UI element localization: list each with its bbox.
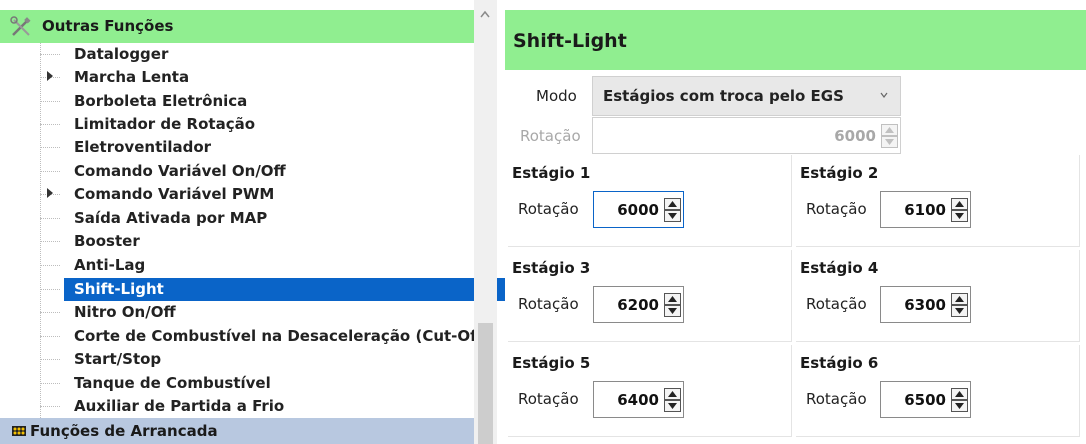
tools-icon (10, 16, 31, 36)
stage-rotation-value: 6500 (904, 391, 946, 409)
tree-item-borboleta-eletronica[interactable]: Borboleta Eletrônica (40, 90, 474, 113)
stage-rotation-label: Rotação (806, 200, 867, 218)
stage-3-rotation-stepper[interactable]: 6200 (593, 286, 684, 323)
decrement-button[interactable] (664, 305, 681, 317)
increment-button[interactable] (664, 198, 681, 210)
stage-5-group: Estágio 5 Rotação 6400 (508, 345, 792, 437)
mode-select-value: Estágios com troca pelo EGS (603, 87, 844, 105)
stage-rotation-label: Rotação (806, 295, 867, 313)
mode-select[interactable]: Estágios com troca pelo EGS (592, 76, 901, 116)
tree-item-label: Limitador de Rotação (74, 115, 256, 133)
expand-arrow-icon[interactable] (47, 188, 53, 198)
tree-item-eletroventilador[interactable]: Eletroventilador (40, 136, 474, 159)
increment-button (881, 124, 898, 136)
tree-item-label: Corte de Combustível na Desaceleração (C… (74, 327, 490, 345)
stage-1-group: Estágio 1 Rotação 6000 (508, 155, 792, 247)
stage-title: Estágio 4 (800, 259, 879, 277)
tree-item-comando-variavel-on-off[interactable]: Comando Variável On/Off (40, 160, 474, 183)
stage-rotation-value: 6000 (617, 201, 659, 219)
tree-item-label: Comando Variável PWM (74, 185, 275, 203)
stage-title: Estágio 2 (800, 164, 879, 182)
stage-2-group: Estágio 2 Rotação 6100 (796, 155, 1080, 247)
expand-arrow-icon[interactable] (47, 71, 53, 81)
tree-item-label: Borboleta Eletrônica (74, 92, 248, 110)
tree-group-funcoes-de-arrancada[interactable]: Funções de Arrancada (0, 418, 474, 444)
tree-item-datalogger[interactable]: Datalogger (40, 43, 474, 66)
tree-item-anti-lag[interactable]: Anti-Lag (40, 254, 474, 277)
tree-item-comando-variavel-pwm[interactable]: Comando Variável PWM (40, 183, 474, 206)
stage-4-group: Estágio 4 Rotação 6300 (796, 250, 1080, 342)
decrement-button[interactable] (951, 305, 968, 317)
tree-item-auxiliar-de-partida-a-frio[interactable]: Auxiliar de Partida a Frio (40, 395, 474, 418)
mode-label: Modo (536, 87, 577, 105)
page-title: Shift-Light (513, 30, 627, 52)
tree-item-label: Tanque de Combustível (74, 374, 271, 392)
tree-item-label: Saída Ativada por MAP (74, 209, 268, 227)
stage-title: Estágio 6 (800, 354, 879, 372)
tree-item-saida-ativada-por-map[interactable]: Saída Ativada por MAP (40, 207, 474, 230)
tree-group-outras-funcoes[interactable]: Outras Funções (0, 10, 474, 43)
increment-button[interactable] (951, 293, 968, 305)
tree-item-corte-de-combustivel[interactable]: Corte de Combustível na Desaceleração (C… (40, 325, 489, 348)
decrement-button[interactable] (951, 210, 968, 222)
rotation-stepper: 6000 (592, 117, 901, 154)
tree-item-label: Nitro On/Off (74, 303, 176, 321)
tree-item-label: Shift-Light (74, 280, 164, 298)
panel-header: Shift-Light (505, 10, 1086, 70)
tree-item-label: Start/Stop (74, 350, 162, 368)
decrement-button[interactable] (664, 210, 681, 222)
stage-2-rotation-stepper[interactable]: 6100 (880, 191, 971, 228)
rotation-label: Rotação (520, 127, 581, 145)
tree-item-shift-light[interactable]: Shift-Light (40, 278, 513, 301)
increment-button[interactable] (664, 293, 681, 305)
tree-item-label: Eletroventilador (74, 138, 212, 156)
stage-rotation-label: Rotação (518, 295, 579, 313)
increment-button[interactable] (664, 388, 681, 400)
decrement-button[interactable] (951, 400, 968, 412)
decrement-button[interactable] (664, 400, 681, 412)
stage-4-rotation-stepper[interactable]: 6300 (880, 286, 971, 323)
tree-item-label: Booster (74, 232, 140, 250)
stage-title: Estágio 3 (512, 259, 591, 277)
tree-item-label: Datalogger (74, 45, 169, 63)
stage-title: Estágio 5 (512, 354, 591, 372)
scroll-thumb[interactable] (478, 323, 493, 444)
tree-group-label: Outras Funções (42, 17, 174, 35)
stage-rotation-label: Rotação (806, 390, 867, 408)
scroll-up-arrow-icon[interactable] (480, 10, 490, 18)
stage-rotation-value: 6200 (617, 296, 659, 314)
stage-rotation-value: 6100 (904, 201, 946, 219)
stage-1-rotation-stepper[interactable]: 6000 (593, 191, 684, 228)
shift-light-panel: Shift-Light Modo Estágios com troca pelo… (505, 10, 1086, 444)
stage-title: Estágio 1 (512, 164, 591, 182)
traffic-light-icon (12, 426, 26, 436)
stage-6-rotation-stepper[interactable]: 6500 (880, 381, 971, 418)
chevron-down-icon (880, 92, 888, 98)
tree-item-label: Anti-Lag (74, 256, 146, 274)
tree-item-label: Marcha Lenta (74, 68, 190, 86)
tree-item-tanque-de-combustivel[interactable]: Tanque de Combustível (40, 372, 474, 395)
increment-button[interactable] (951, 198, 968, 210)
stage-rotation-value: 6400 (617, 391, 659, 409)
stage-5-rotation-stepper[interactable]: 6400 (593, 381, 684, 418)
function-tree: Outras Funções Datalogger Marcha Lenta B… (0, 0, 513, 444)
stage-rotation-value: 6300 (904, 296, 946, 314)
decrement-button (881, 136, 898, 148)
tree-item-booster[interactable]: Booster (40, 230, 474, 253)
tree-scrollbar[interactable] (474, 0, 497, 444)
tree-item-marcha-lenta[interactable]: Marcha Lenta (40, 66, 474, 89)
tree-item-limitador-de-rotacao[interactable]: Limitador de Rotação (40, 113, 474, 136)
rotation-value: 6000 (834, 127, 876, 145)
stage-rotation-label: Rotação (518, 390, 579, 408)
tree-item-nitro-on-off[interactable]: Nitro On/Off (40, 301, 474, 324)
tree-item-label: Auxiliar de Partida a Frio (74, 397, 285, 415)
tree-group-label: Funções de Arrancada (30, 422, 218, 440)
stage-3-group: Estágio 3 Rotação 6200 (508, 250, 792, 342)
tree-item-start-stop[interactable]: Start/Stop (40, 348, 474, 371)
stage-6-group: Estágio 6 Rotação 6500 (796, 345, 1080, 437)
increment-button[interactable] (951, 388, 968, 400)
stage-rotation-label: Rotação (518, 200, 579, 218)
tree-item-label: Comando Variável On/Off (74, 162, 286, 180)
